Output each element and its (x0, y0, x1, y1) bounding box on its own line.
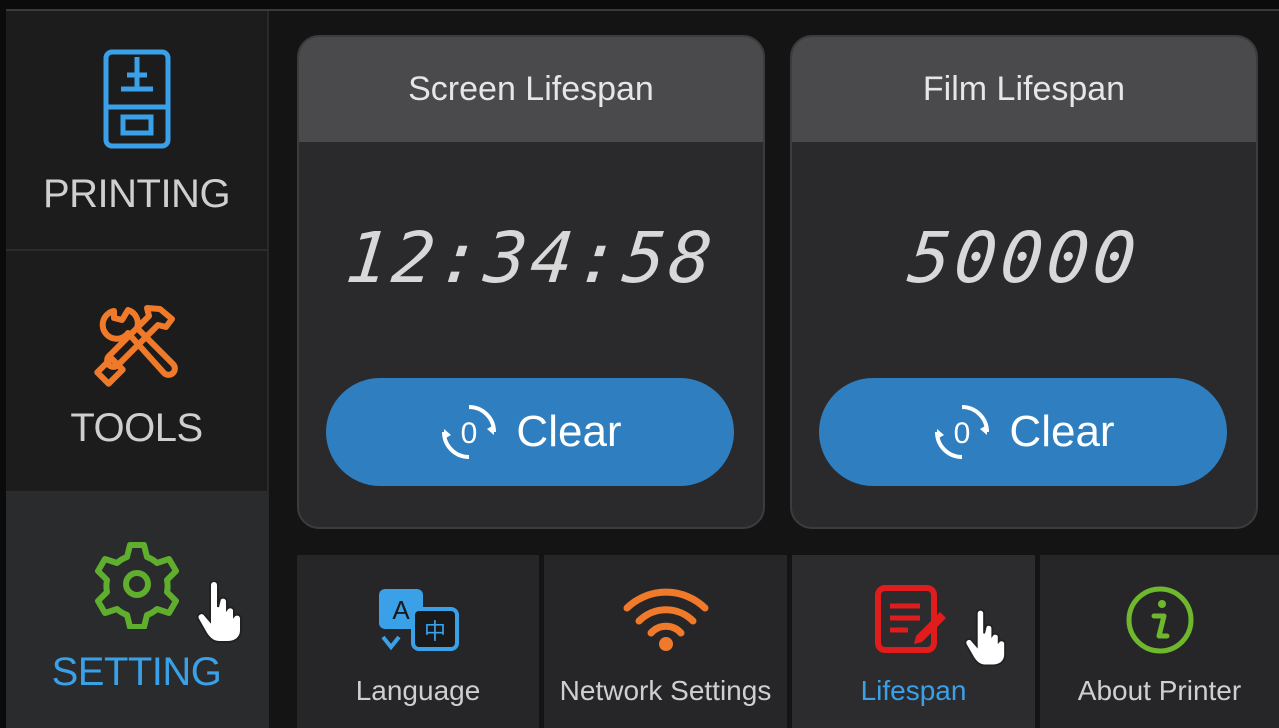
reset-counter-icon: 0 (438, 401, 500, 463)
sidebar-item-label: SETTING (51, 650, 222, 694)
tab-label: Network Settings (559, 675, 772, 706)
screen-bezel-top (0, 0, 1279, 9)
printer-icon (103, 49, 171, 154)
info-icon (1124, 583, 1196, 657)
tab-label: About Printer (1077, 675, 1242, 706)
card-title: Film Lifespan (792, 37, 1256, 142)
tab-language[interactable]: A 中 Language (297, 555, 539, 728)
hand-cursor-icon (196, 580, 242, 648)
tab-label: Language (355, 675, 481, 706)
sidebar-item-label: PRINTING (42, 172, 231, 216)
reset-glyph: 0 (954, 417, 971, 450)
tab-about-printer[interactable]: About Printer (1040, 555, 1279, 728)
reset-glyph: 0 (461, 417, 478, 450)
film-lifespan-value: 50000 (904, 217, 1144, 299)
wifi-icon (621, 583, 711, 657)
svg-text:A: A (392, 595, 410, 625)
screen-lifespan-value: 12:34:58 (342, 217, 720, 299)
sidebar-item-printing[interactable]: PRINTING (6, 11, 267, 249)
tools-icon (93, 303, 180, 392)
tab-label: Lifespan (860, 675, 967, 706)
card-title: Screen Lifespan (299, 37, 763, 142)
printer-touchscreen: PRINTING TOOLS SETTING Screen Lifespan 1… (0, 0, 1279, 728)
language-icon: A 中 (375, 583, 461, 657)
tab-lifespan[interactable]: Lifespan (792, 555, 1035, 728)
film-lifespan-card: Film Lifespan 50000 0 Clear (790, 35, 1258, 529)
sidebar: PRINTING TOOLS SETTING (6, 11, 269, 728)
sidebar-item-tools[interactable]: TOOLS (6, 251, 267, 491)
tab-network-settings[interactable]: Network Settings (544, 555, 787, 728)
reset-counter-icon: 0 (931, 401, 993, 463)
clear-button-label: Clear (516, 407, 622, 456)
hand-cursor-icon (964, 608, 1006, 672)
svg-text:中: 中 (424, 620, 446, 645)
lifespan-icon (874, 583, 954, 657)
clear-film-lifespan-button[interactable]: 0 Clear (819, 378, 1227, 486)
clear-screen-lifespan-button[interactable]: 0 Clear (326, 378, 734, 486)
screen-lifespan-card: Screen Lifespan 12:34:58 0 Clear (297, 35, 765, 529)
clear-button-label: Clear (1009, 407, 1115, 456)
main-panel: Screen Lifespan 12:34:58 0 Clear Film Li… (269, 11, 1279, 728)
sidebar-item-label: TOOLS (70, 406, 203, 450)
gear-icon (92, 539, 182, 634)
